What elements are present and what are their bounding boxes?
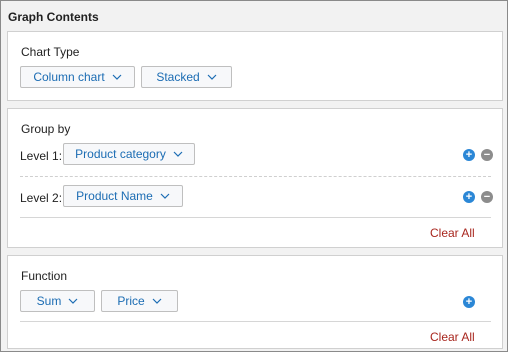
level-1-value: Product category [75, 147, 166, 161]
stacking-mode-dropdown[interactable]: Stacked [141, 66, 232, 88]
remove-level-2-icon[interactable]: − [481, 191, 493, 203]
group-by-label: Group by [21, 122, 71, 136]
chevron-down-icon [152, 298, 162, 304]
group-by-clear-all-link[interactable]: Clear All [430, 226, 475, 240]
stacking-mode-value: Stacked [156, 70, 200, 84]
add-level-2-icon[interactable]: + [463, 191, 475, 203]
group-by-divider [20, 217, 491, 218]
function-field-dropdown[interactable]: Price [101, 290, 178, 312]
add-function-icon[interactable]: + [463, 296, 475, 308]
function-clear-all-link[interactable]: Clear All [430, 330, 475, 344]
level-divider [20, 176, 491, 177]
chart-type-value: Column chart [33, 70, 105, 84]
chevron-down-icon [207, 74, 217, 80]
function-section: Function Sum Price + Clear All [7, 255, 503, 349]
chart-type-dropdown[interactable]: Column chart [20, 66, 135, 88]
panel-title: Graph Contents [8, 10, 99, 24]
chart-type-section: Chart Type Column chart Stacked [7, 31, 503, 101]
function-label: Function [21, 269, 68, 283]
function-field-value: Price [117, 294, 145, 308]
remove-level-1-icon[interactable]: − [481, 149, 493, 161]
level-2-value: Product Name [76, 189, 153, 203]
aggregate-value: Sum [36, 294, 62, 308]
chart-type-label: Chart Type [21, 45, 80, 59]
function-divider [20, 321, 491, 322]
level-2-dropdown[interactable]: Product Name [63, 185, 183, 207]
level-1-dropdown[interactable]: Product category [63, 143, 195, 165]
chevron-down-icon [112, 74, 122, 80]
chevron-down-icon [160, 193, 170, 199]
chevron-down-icon [68, 298, 78, 304]
chevron-down-icon [173, 151, 183, 157]
level-2-label: Level 2: [20, 191, 63, 205]
level-1-label: Level 1: [20, 149, 63, 163]
group-by-section: Group by Level 1: Product category + − L… [7, 108, 503, 248]
graph-contents-panel: Graph Contents Chart Type Column chart S… [0, 0, 508, 352]
aggregate-dropdown[interactable]: Sum [20, 290, 95, 312]
add-level-1-icon[interactable]: + [463, 149, 475, 161]
